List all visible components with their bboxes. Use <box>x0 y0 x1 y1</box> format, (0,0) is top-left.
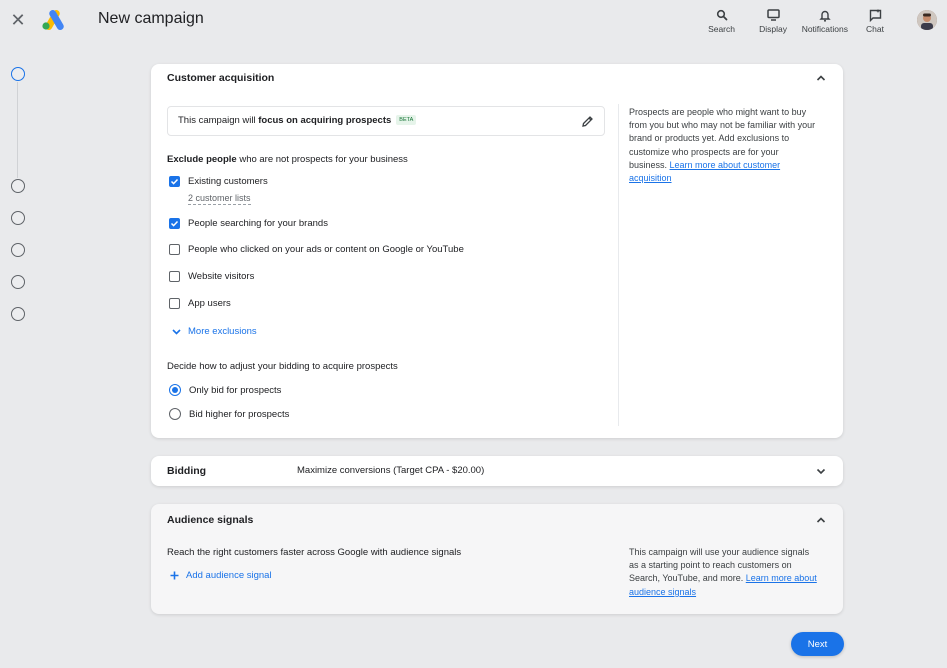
pencil-icon[interactable] <box>581 115 594 128</box>
add-audience-signal-button[interactable]: Add audience signal <box>169 570 272 581</box>
customer-acquisition-help: Prospects are people who might want to b… <box>629 106 819 185</box>
google-ads-logo-icon <box>42 10 64 30</box>
close-icon[interactable]: ✕ <box>8 10 28 30</box>
exclusion-label: People searching for your brands <box>188 218 328 229</box>
display-icon <box>766 8 780 22</box>
add-audience-signal-label: Add audience signal <box>186 570 272 581</box>
next-button[interactable]: Next <box>791 632 844 656</box>
exclude-heading-rest: who are not prospects for your business <box>236 154 408 165</box>
chevron-down-icon[interactable] <box>815 465 827 477</box>
notifications-button[interactable]: Notifications <box>802 8 848 34</box>
beta-badge: BETA <box>396 115 417 126</box>
exclude-heading: Exclude people who are not prospects for… <box>167 154 408 165</box>
exclusion-website-visitors[interactable]: Website visitors <box>169 271 254 282</box>
focus-bold: focus on acquiring prospects <box>258 115 392 126</box>
bid-option-only-prospects[interactable]: Only bid for prospects <box>169 384 281 396</box>
step-2-icon[interactable] <box>11 179 25 193</box>
avatar[interactable] <box>917 10 937 30</box>
page-title: New campaign <box>98 10 204 27</box>
customer-acquisition-title: Customer acquisition <box>167 72 275 84</box>
notifications-label: Notifications <box>801 24 848 34</box>
display-label: Display <box>759 24 787 34</box>
more-exclusions-link[interactable]: More exclusions <box>171 326 257 337</box>
plus-icon <box>170 571 179 580</box>
step-1-icon[interactable] <box>11 67 25 81</box>
exclusion-label: People who clicked on your ads or conten… <box>188 244 464 255</box>
chevron-up-icon[interactable] <box>815 514 827 526</box>
bell-icon <box>819 8 831 22</box>
customer-acquisition-card: Customer acquisition This campaign will … <box>151 64 843 438</box>
checkbox-unchecked-icon[interactable] <box>169 271 180 282</box>
focus-prefix: This campaign will <box>178 115 259 126</box>
bidding-title: Bidding <box>167 465 207 477</box>
step-5-icon[interactable] <box>11 275 25 289</box>
display-button[interactable]: Display <box>759 8 787 34</box>
exclusion-brand-searchers[interactable]: People searching for your brands <box>169 218 328 229</box>
chat-icon <box>869 8 882 22</box>
checkbox-unchecked-icon[interactable] <box>169 244 180 255</box>
audience-signals-description: Reach the right customers faster across … <box>167 547 462 558</box>
exclusion-ad-clickers[interactable]: People who clicked on your ads or conten… <box>169 244 464 255</box>
top-bar: ✕ New campaign Search Display Notificati… <box>0 0 947 44</box>
radio-unselected-icon[interactable] <box>169 408 181 420</box>
step-3-icon[interactable] <box>11 211 25 225</box>
exclusion-app-users[interactable]: App users <box>169 298 231 309</box>
search-icon <box>716 8 728 22</box>
exclusion-label: Website visitors <box>188 271 255 282</box>
search-label: Search <box>708 24 735 34</box>
step-indicator <box>11 66 27 326</box>
more-exclusions-label: More exclusions <box>188 326 257 337</box>
step-connector <box>17 82 18 178</box>
checkbox-unchecked-icon[interactable] <box>169 298 180 309</box>
help-divider <box>618 104 619 426</box>
radio-selected-icon[interactable] <box>169 384 181 396</box>
exclude-heading-bold: Exclude people <box>167 154 237 165</box>
chevron-down-icon <box>172 329 181 335</box>
step-4-icon[interactable] <box>11 243 25 257</box>
chat-button[interactable]: Chat <box>866 8 884 34</box>
search-button[interactable]: Search <box>708 8 735 34</box>
audience-signals-card: Audience signals Reach the right custome… <box>151 504 843 614</box>
customer-lists-link[interactable]: 2 customer lists <box>188 193 251 205</box>
step-6-icon[interactable] <box>11 307 25 321</box>
campaign-focus-box: This campaign will focus on acquiring pr… <box>167 106 605 136</box>
checkbox-checked-icon[interactable] <box>169 218 180 229</box>
bidding-value: Maximize conversions (Target CPA - $20.0… <box>297 465 485 476</box>
exclusion-label: App users <box>188 298 231 309</box>
bid-option-label: Only bid for prospects <box>189 384 282 396</box>
exclusion-existing-customers[interactable]: Existing customers <box>169 176 268 187</box>
exclusion-label: Existing customers <box>188 176 268 187</box>
bid-option-higher[interactable]: Bid higher for prospects <box>169 408 289 420</box>
bidding-card[interactable]: Bidding Maximize conversions (Target CPA… <box>151 456 843 486</box>
chat-label: Chat <box>866 24 884 34</box>
audience-signals-help: This campaign will use your audience sig… <box>629 546 819 599</box>
bidding-adjust-heading: Decide how to adjust your bidding to acq… <box>167 361 398 372</box>
chevron-up-icon[interactable] <box>815 72 827 84</box>
audience-signals-title: Audience signals <box>167 514 254 526</box>
checkbox-checked-icon[interactable] <box>169 176 180 187</box>
bid-option-label: Bid higher for prospects <box>189 408 290 420</box>
